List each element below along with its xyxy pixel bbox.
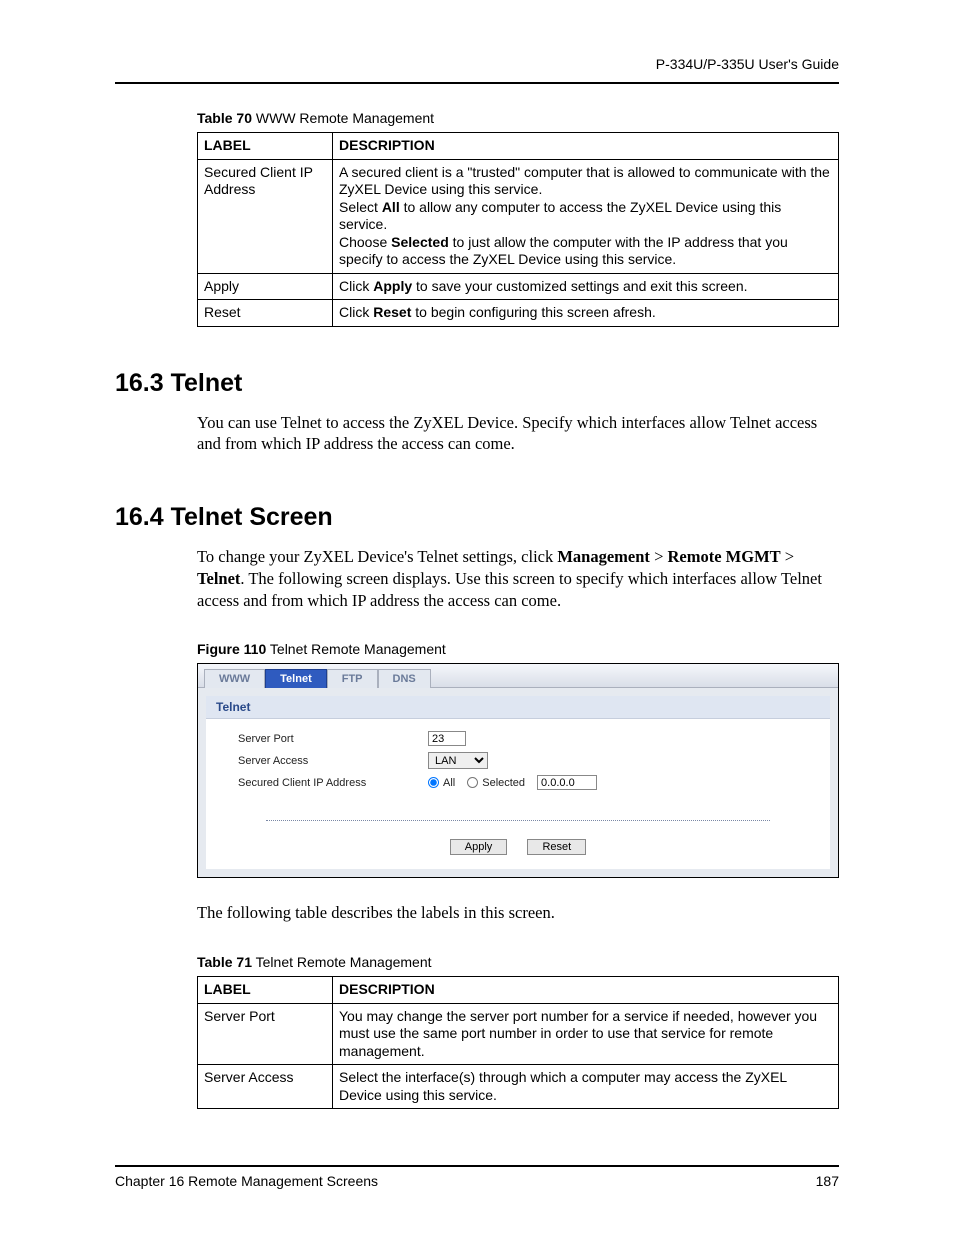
table71-r1-label: Server Access [198,1065,333,1109]
txt: . The following screen displays. Use thi… [197,569,822,610]
txt: Select [339,199,382,215]
figure110-caption-title: Telnet Remote Management [266,641,446,657]
ip-input[interactable] [537,775,597,790]
table70-caption: Table 70 WWW Remote Management [197,110,839,126]
radio-selected-label: Selected [482,777,525,789]
table71-r0-desc: You may change the server port number fo… [333,1003,839,1065]
txt: to begin configuring this screen afresh. [411,304,655,320]
row-secured-ip: Secured Client IP Address All Selected [238,775,810,790]
figure110-caption-num: Figure 110 [197,641,266,657]
txt: Click [339,278,373,294]
table71-caption-num: Table 71 [197,954,252,970]
tab-bar: WWW Telnet FTP DNS [198,664,838,688]
label-server-access: Server Access [238,755,428,767]
radio-all-wrap[interactable]: All [428,777,455,789]
table70-r0-desc: A secured client is a "trusted" computer… [333,159,839,273]
radio-all[interactable] [428,777,439,788]
table-row: Secured Client IP Address A secured clie… [198,159,839,273]
running-header: P-334U/P-335U User's Guide [115,56,839,72]
telnet-panel: Telnet Server Port Server Access LAN Sec… [206,696,830,869]
table71-r1-desc: Select the interface(s) through which a … [333,1065,839,1109]
txt: > [781,547,794,566]
button-row: Apply Reset [206,831,830,869]
table-row: Apply Click Apply to save your customize… [198,273,839,300]
footer-chapter: Chapter 16 Remote Management Screens [115,1173,378,1189]
heading-16-4: 16.4 Telnet Screen [115,503,839,532]
tab-ftp[interactable]: FTP [327,669,378,688]
table71-r0-label: Server Port [198,1003,333,1065]
body-16-4: To change your ZyXEL Device's Telnet set… [197,546,839,611]
table70-caption-title: WWW Remote Management [252,110,434,126]
table70-th-desc: DESCRIPTION [333,133,839,160]
txt-bold: All [382,199,400,215]
footer-rule [115,1165,839,1167]
table-row: Server Port You may change the server po… [198,1003,839,1065]
server-access-select[interactable]: LAN [428,752,488,769]
label-secured-ip: Secured Client IP Address [238,777,428,789]
txt: > [650,547,668,566]
table70-r2-desc: Click Reset to begin configuring this sc… [333,300,839,327]
dotted-divider [266,820,770,821]
server-port-input[interactable] [428,731,466,746]
table-row: Server Access Select the interface(s) th… [198,1065,839,1109]
page-footer: Chapter 16 Remote Management Screens 187 [115,1165,839,1189]
label-server-port: Server Port [238,733,428,745]
txt-bold: Selected [391,234,449,250]
table70-r0-label: Secured Client IP Address [198,159,333,273]
txt-bold: Apply [373,278,412,294]
t70-r0-p1: Select All to allow any computer to acce… [339,199,832,234]
after-figure-text: The following table describes the labels… [197,902,839,924]
t70-r0-p2: Choose Selected to just allow the comput… [339,234,832,269]
txt-bold: Reset [373,304,411,320]
telnet-panel-title: Telnet [206,696,830,719]
table-row: Reset Click Reset to begin configuring t… [198,300,839,327]
table71: LABEL DESCRIPTION Server Port You may ch… [197,976,839,1109]
table70: LABEL DESCRIPTION Secured Client IP Addr… [197,132,839,327]
apply-button[interactable]: Apply [450,839,508,855]
radio-selected-wrap[interactable]: Selected [467,777,525,789]
txt: To change your ZyXEL Device's Telnet set… [197,547,557,566]
table71-th-label: LABEL [198,977,333,1004]
heading-16-3: 16.3 Telnet [115,369,839,398]
table71-caption: Table 71 Telnet Remote Management [197,954,839,970]
txt: to save your customized settings and exi… [412,278,747,294]
figure110-caption: Figure 110 Telnet Remote Management [197,641,839,657]
t70-r0-p0: A secured client is a "trusted" computer… [339,164,832,199]
header-rule [115,82,839,84]
txt-bold: Remote MGMT [668,547,781,566]
radio-selected[interactable] [467,777,478,788]
body-16-3: You can use Telnet to access the ZyXEL D… [197,412,839,456]
txt: Click [339,304,373,320]
table71-th-desc: DESCRIPTION [333,977,839,1004]
row-server-access: Server Access LAN [238,752,810,769]
table70-r2-label: Reset [198,300,333,327]
footer-page-number: 187 [816,1173,839,1189]
txt-bold: Management [557,547,650,566]
txt: to allow any computer to access the ZyXE… [339,199,781,233]
table71-caption-title: Telnet Remote Management [252,954,432,970]
telnet-panel-body: Server Port Server Access LAN Secured Cl… [206,719,830,806]
tab-www[interactable]: WWW [204,669,265,688]
txt-bold: Telnet [197,569,240,588]
table70-th-label: LABEL [198,133,333,160]
row-server-port: Server Port [238,731,810,746]
figure110-screenshot: WWW Telnet FTP DNS Telnet Server Port Se… [197,663,839,878]
table70-r1-label: Apply [198,273,333,300]
table70-r1-desc: Click Apply to save your customized sett… [333,273,839,300]
radio-all-label: All [443,777,455,789]
table70-caption-num: Table 70 [197,110,252,126]
tab-dns[interactable]: DNS [378,669,431,688]
tab-telnet[interactable]: Telnet [265,669,327,688]
txt: Choose [339,234,391,250]
reset-button[interactable]: Reset [527,839,586,855]
